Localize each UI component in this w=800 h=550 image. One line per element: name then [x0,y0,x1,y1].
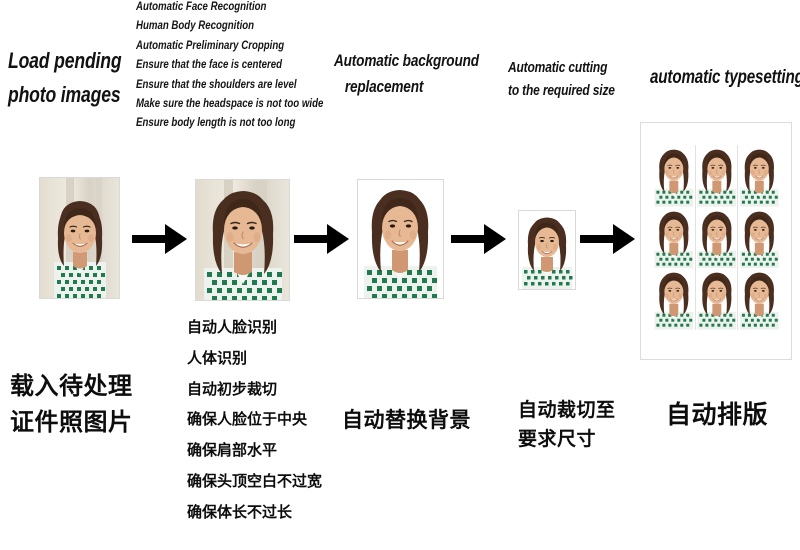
list-cn-item: 确保体长不过长 [187,502,293,521]
list-cn-item: 自动初步裁切 [187,379,278,398]
list-en-item: Ensure that the face is centered [136,59,283,72]
white-background-portrait [358,180,443,298]
preliminary-cropped-portrait [196,180,289,300]
step-background-title-cn: 自动替换背景 [342,408,471,432]
list-en-item: Automatic Face Recognition [136,1,267,13]
list-cn-item: 自动人脸识别 [187,318,278,336]
flow-arrow-4 [580,222,635,256]
step-detect-list-en: Automatic Face Recognition Human Body Re… [136,0,366,134]
step-detect-list-cn: 自动人脸识别 人体识别 自动初步裁切 确保人脸位于中央 确保肩部水平 确保头顶空… [187,312,357,528]
list-en-item: Automatic Preliminary Cropping [136,39,285,52]
step-typesetting-title-en: automatic typesetting [650,67,800,88]
list-en-item: Ensure that the shoulders are level [136,78,297,91]
step-cut-title-cn: 自动裁切至 要求尺寸 [518,399,616,450]
typeset-photo-grid [653,145,781,330]
list-en-item: Ensure body length is not too long [136,117,296,130]
typeset-photo-cell [653,206,696,269]
list-cn-item: 确保肩部水平 [187,441,278,460]
typeset-photo-cell [695,268,739,330]
typeset-photo-cell [738,145,781,207]
step-load-title-cn: 载入待处理 证件照图片 [10,372,133,436]
typeset-id-photo-sheet [640,122,792,360]
typeset-photo-cell [695,145,739,207]
list-en-item: Human Body Recognition [136,20,255,33]
typeset-photo-cell [738,268,781,330]
typeset-photo-cell [738,206,781,269]
resized-id-photo [519,211,575,289]
flow-arrow-1 [132,222,187,256]
list-cn-item: 人体识别 [187,348,248,367]
original-portrait-photo [40,178,119,298]
step-typesetting-title-cn: 自动排版 [666,400,769,429]
typeset-photo-cell [653,268,696,330]
list-en-item: Make sure the headspace is not too wide [136,98,324,111]
typeset-photo-cell [695,206,739,269]
list-cn-item: 确保头顶空白不过宽 [187,471,323,490]
list-cn-item: 确保人脸位于中央 [187,410,308,429]
typeset-photo-cell [653,145,696,207]
flow-arrow-3 [451,222,506,256]
flow-arrow-2 [294,222,349,256]
